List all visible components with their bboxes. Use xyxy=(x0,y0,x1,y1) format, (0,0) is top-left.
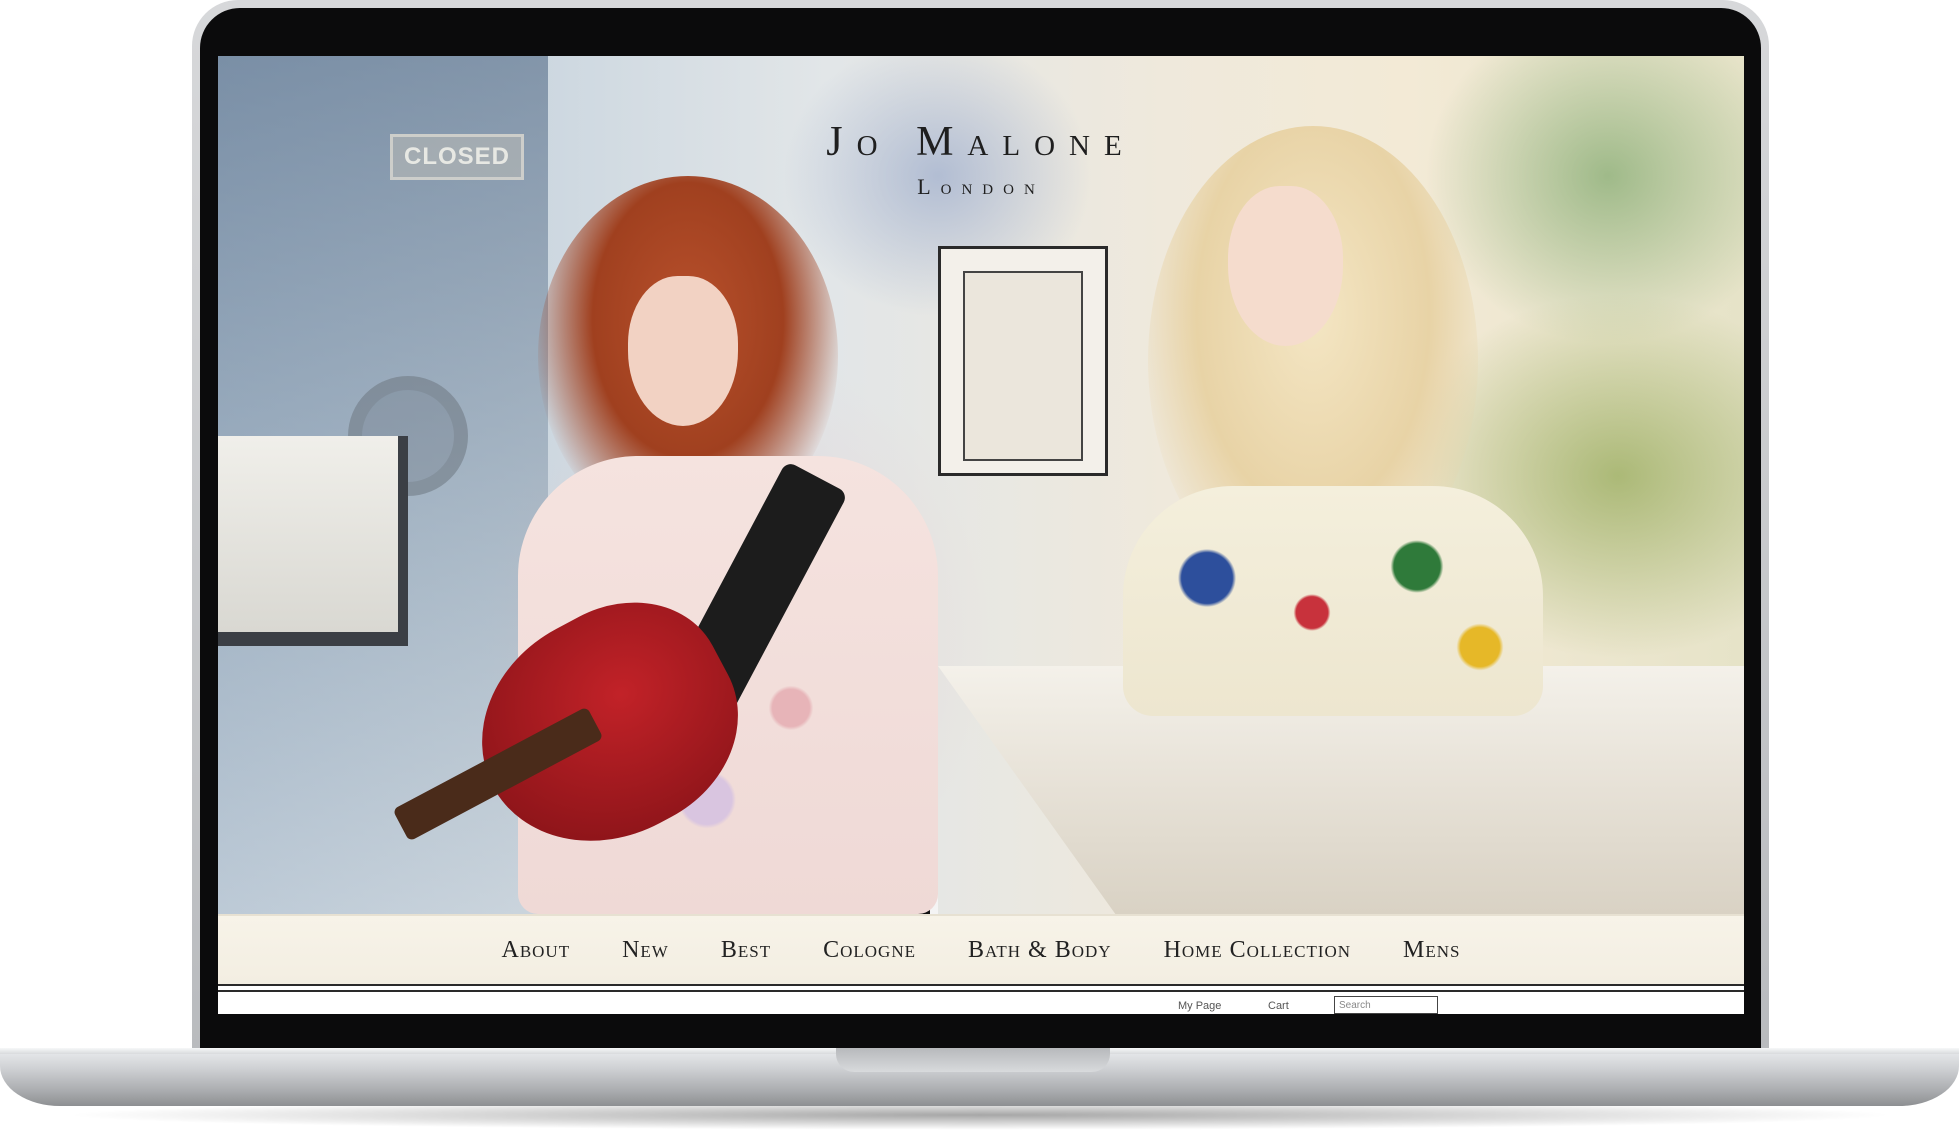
hero-image: CLOSED Jo Malone London xyxy=(218,56,1744,914)
piano xyxy=(218,436,408,646)
laptop-opening-notch xyxy=(836,1048,1110,1072)
utility-bar: My Page Cart xyxy=(218,994,1744,1014)
model-blonde-face xyxy=(1228,186,1343,346)
model-blonde-dress xyxy=(1123,486,1543,716)
nav-item-bath-body[interactable]: Bath & Body xyxy=(942,937,1138,964)
brand-location: London xyxy=(917,174,1045,199)
main-nav: About New Best Cologne Bath & Body Home … xyxy=(218,914,1744,986)
model-redhead-face xyxy=(628,276,738,426)
bezel-bottom xyxy=(200,1014,1761,1048)
gift-box-inner xyxy=(963,271,1083,461)
laptop-screen: CLOSED Jo Malone London About New Best C… xyxy=(218,56,1744,1014)
nav-item-cologne[interactable]: Cologne xyxy=(797,937,942,964)
nav-divider xyxy=(218,990,1744,992)
cart-link[interactable]: Cart xyxy=(1268,1000,1289,1012)
nav-item-new[interactable]: New xyxy=(596,937,695,964)
brand-logo[interactable]: Jo Malone London xyxy=(218,118,1744,200)
nav-item-home-collection[interactable]: Home Collection xyxy=(1138,937,1377,964)
my-page-link[interactable]: My Page xyxy=(1178,1000,1221,1012)
search-input[interactable] xyxy=(1334,996,1438,1014)
brand-name: Jo Malone xyxy=(826,119,1136,165)
nav-item-best[interactable]: Best xyxy=(695,937,797,964)
nav-item-mens[interactable]: Mens xyxy=(1377,937,1486,964)
nav-item-about[interactable]: About xyxy=(475,937,596,964)
